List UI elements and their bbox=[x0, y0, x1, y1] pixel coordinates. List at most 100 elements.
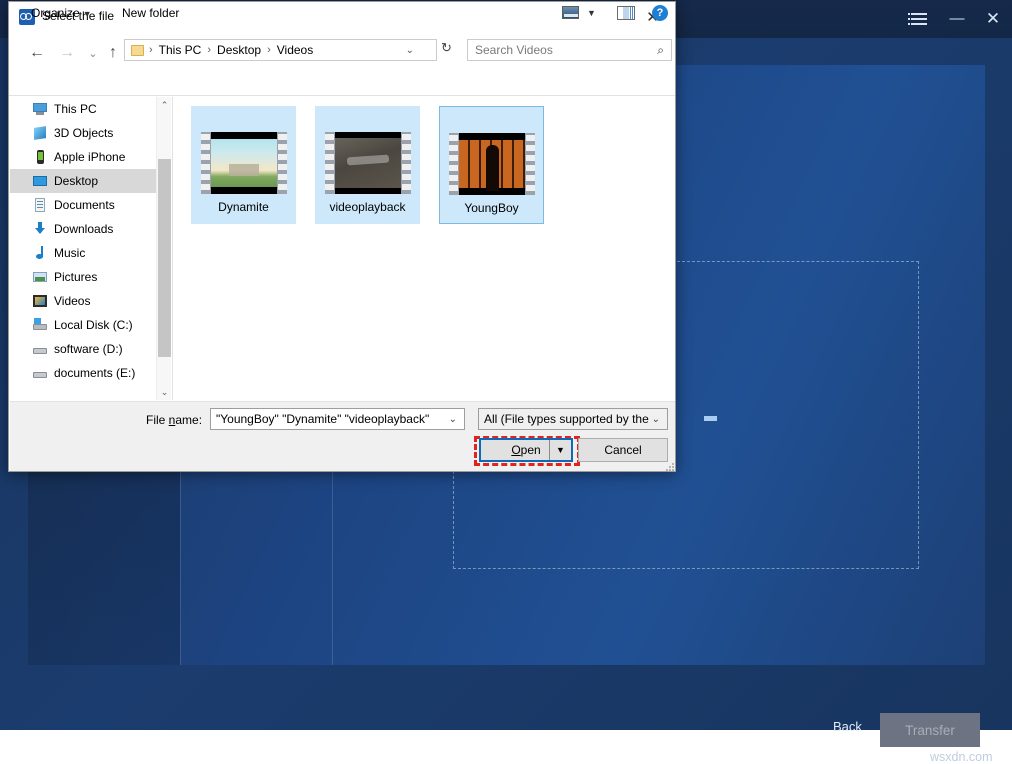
navigation-sidebar[interactable]: This PC 3D Objects Apple iPhone Desktop Docu… bbox=[10, 97, 156, 400]
drive-icon bbox=[32, 365, 48, 381]
sidebar-item-label: Desktop bbox=[54, 174, 98, 188]
file-name-chevron-down-icon[interactable]: ⌄ bbox=[449, 414, 457, 425]
minimize-icon[interactable]: — bbox=[946, 9, 968, 29]
drive-icon bbox=[32, 341, 48, 357]
sidebar-item-music[interactable]: Music bbox=[10, 241, 156, 265]
drop-zone-handle bbox=[704, 416, 717, 421]
sidebar-item-apple-iphone[interactable]: Apple iPhone bbox=[10, 145, 156, 169]
nav-up-icon[interactable]: ↑ bbox=[100, 40, 126, 66]
sidebar-item-label: documents (E:) bbox=[54, 366, 135, 380]
address-dropdown-icon[interactable]: ⌄ bbox=[406, 45, 414, 56]
sidebar-item-downloads[interactable]: Downloads bbox=[10, 217, 156, 241]
new-folder-button[interactable]: New folder bbox=[122, 6, 179, 20]
file-type-chevron-down-icon[interactable]: ⌄ bbox=[652, 414, 660, 425]
folder-icon bbox=[131, 45, 144, 56]
documents-icon bbox=[32, 197, 48, 213]
sidebar-item-label: software (D:) bbox=[54, 342, 123, 356]
close-icon[interactable]: ✕ bbox=[982, 9, 1004, 29]
sidebar-item-label: This PC bbox=[54, 102, 97, 116]
thumbnail-artwork bbox=[459, 133, 525, 195]
3d-objects-icon bbox=[32, 125, 48, 141]
local-disk-icon bbox=[32, 317, 48, 333]
organize-button[interactable]: Organize▼ bbox=[31, 6, 92, 20]
film-perforation-left bbox=[325, 132, 334, 194]
dialog-footer: File name: "YoungBoy" "Dynamite" "videop… bbox=[10, 401, 675, 471]
file-thumbnail bbox=[449, 133, 535, 195]
pictures-icon bbox=[32, 269, 48, 285]
file-name-label: videoplayback bbox=[329, 200, 405, 214]
back-button[interactable]: Back bbox=[833, 719, 862, 734]
scrollbar-thumb[interactable] bbox=[158, 159, 171, 357]
view-layout-icon[interactable] bbox=[562, 6, 579, 19]
open-dropdown-icon[interactable]: ▼ bbox=[549, 440, 571, 460]
file-type-select[interactable]: All (File types supported by the ⌄ bbox=[478, 408, 668, 430]
videos-icon bbox=[32, 293, 48, 309]
search-placeholder: Search Videos bbox=[475, 43, 553, 57]
film-perforation-left bbox=[449, 133, 458, 195]
file-tile[interactable]: Dynamite bbox=[191, 106, 296, 224]
resize-grip[interactable] bbox=[666, 463, 675, 472]
sidebar-item-label: Music bbox=[54, 246, 85, 260]
scroll-down-icon[interactable]: ⌄ bbox=[157, 384, 172, 400]
sidebar-item-label: Documents bbox=[54, 198, 115, 212]
chevron-down-icon: ▼ bbox=[83, 9, 92, 19]
sidebar-item-3d-objects[interactable]: 3D Objects bbox=[10, 121, 156, 145]
breadcrumb-this-pc[interactable]: This PC bbox=[158, 43, 203, 57]
desktop-icon bbox=[32, 173, 48, 189]
help-icon[interactable]: ? bbox=[652, 5, 668, 21]
sidebar-item-pictures[interactable]: Pictures bbox=[10, 265, 156, 289]
cancel-button[interactable]: Cancel bbox=[578, 438, 668, 462]
sidebar-item-desktop[interactable]: Desktop bbox=[10, 169, 156, 193]
sidebar-item-videos[interactable]: Videos bbox=[10, 289, 156, 313]
breadcrumb-separator: › bbox=[202, 44, 216, 56]
thumbnail-artwork bbox=[335, 132, 401, 194]
breadcrumb-desktop[interactable]: Desktop bbox=[216, 43, 262, 57]
transfer-button[interactable]: Transfer bbox=[880, 713, 980, 747]
sidebar-item-label: Videos bbox=[54, 294, 90, 308]
search-input[interactable]: Search Videos ⌕ bbox=[467, 39, 672, 61]
sidebar-item-label: Apple iPhone bbox=[54, 150, 125, 164]
sidebar-item-software-d[interactable]: software (D:) bbox=[10, 337, 156, 361]
file-type-value: All (File types supported by the bbox=[484, 412, 649, 426]
sidebar-scrollbar[interactable]: ⌃ ⌄ bbox=[156, 97, 171, 400]
sidebar-item-label: Local Disk (C:) bbox=[54, 318, 133, 332]
refresh-icon[interactable]: ↻ bbox=[441, 40, 452, 56]
file-thumbnail bbox=[325, 132, 411, 194]
breadcrumb-videos[interactable]: Videos bbox=[276, 43, 314, 57]
file-name-value: "YoungBoy" "Dynamite" "videoplayback" bbox=[216, 412, 429, 426]
file-name-input[interactable]: "YoungBoy" "Dynamite" "videoplayback" ⌄ bbox=[210, 408, 465, 430]
film-perforation-right bbox=[526, 133, 535, 195]
sidebar-item-this-pc[interactable]: This PC bbox=[10, 97, 156, 121]
file-list-view[interactable]: Dynamite videoplayback YoungBoy bbox=[172, 97, 674, 400]
film-perforation-right bbox=[402, 132, 411, 194]
sidebar-item-documents-e[interactable]: documents (E:) bbox=[10, 361, 156, 385]
view-chevron-down-icon[interactable]: ▼ bbox=[587, 8, 596, 18]
film-perforation-right bbox=[278, 132, 287, 194]
preview-pane-icon[interactable] bbox=[617, 6, 635, 20]
sidebar-item-documents[interactable]: Documents bbox=[10, 193, 156, 217]
file-thumbnail bbox=[201, 132, 287, 194]
sidebar-item-local-disk-c[interactable]: Local Disk (C:) bbox=[10, 313, 156, 337]
file-tile[interactable]: YoungBoy bbox=[439, 106, 544, 224]
scroll-up-icon[interactable]: ⌃ bbox=[157, 97, 172, 113]
file-name-label-pre: File bbox=[146, 413, 169, 427]
sidebar-item-label: Downloads bbox=[54, 222, 113, 236]
open-label-accel: O bbox=[511, 443, 520, 457]
thumbnail-artwork bbox=[211, 132, 277, 194]
hamburger-menu-icon[interactable] bbox=[908, 9, 930, 29]
organize-label: Organize bbox=[31, 6, 80, 20]
file-name-label: File name: bbox=[146, 413, 202, 427]
this-pc-icon bbox=[32, 101, 48, 117]
open-label-post: pen bbox=[521, 443, 541, 457]
nav-forward-icon[interactable]: → bbox=[54, 40, 80, 66]
file-name-label-post: ame: bbox=[175, 413, 202, 427]
breadcrumb-separator: › bbox=[144, 44, 158, 56]
file-tile[interactable]: videoplayback bbox=[315, 106, 420, 224]
file-name-label: YoungBoy bbox=[464, 201, 518, 215]
address-bar[interactable]: › This PC › Desktop › Videos ⌄ bbox=[124, 39, 437, 61]
file-name-label: Dynamite bbox=[218, 200, 269, 214]
search-icon: ⌕ bbox=[657, 43, 664, 58]
nav-back-icon[interactable]: ← bbox=[24, 40, 50, 66]
dialog-command-bar bbox=[9, 70, 675, 96]
file-open-dialog: Select the file ✕ ← → ⌄ ↑ › This PC › De… bbox=[8, 1, 676, 472]
